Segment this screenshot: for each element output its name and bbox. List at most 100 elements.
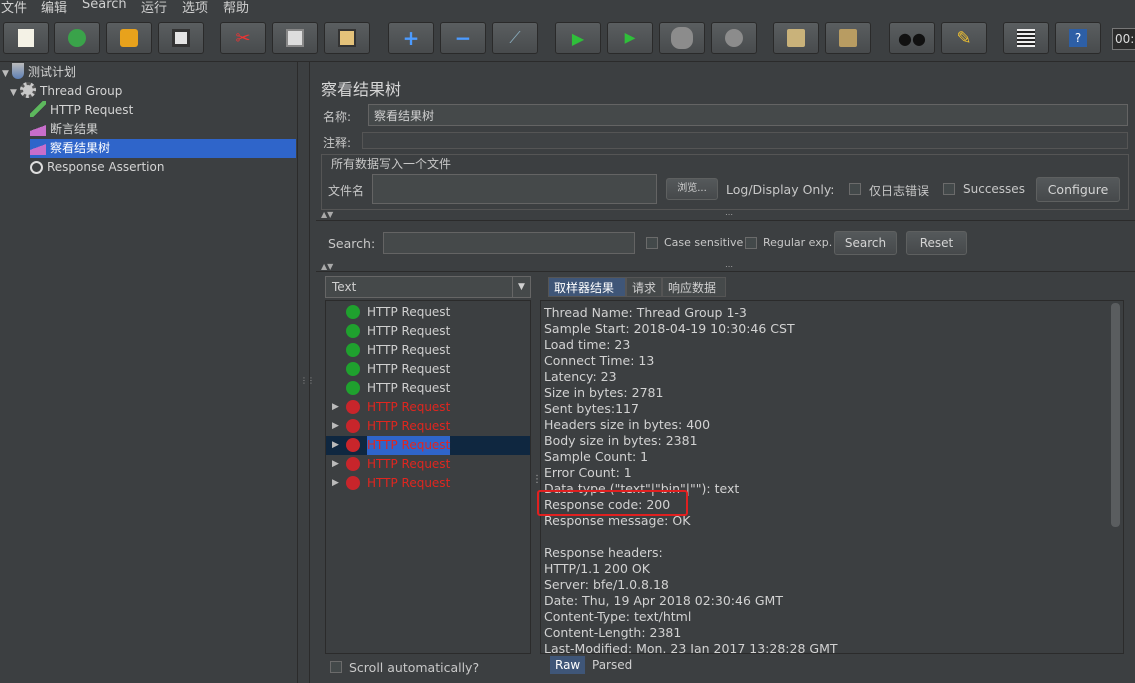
menu-edit[interactable]: 编辑 <box>41 0 67 16</box>
main-splitter[interactable] <box>298 62 310 683</box>
chevron-down-icon[interactable]: ▼ <box>512 277 530 297</box>
list-item[interactable]: ▶ HTTP Request <box>326 455 530 474</box>
tab-parsed[interactable]: Parsed <box>587 656 637 674</box>
errors-only-checkbox[interactable] <box>849 183 861 195</box>
collapse-button[interactable]: − <box>440 22 486 54</box>
new-icon <box>18 29 34 47</box>
detail-line: Server: bfe/1.0.8.18 <box>544 577 669 592</box>
toolbar: ✂ + − ⟋ ▶ ▶ ●● ✎ ? 00: <box>0 16 1135 62</box>
start-button[interactable]: ▶ <box>555 22 601 54</box>
gear-icon <box>20 82 36 98</box>
clear-all-button[interactable] <box>825 22 871 54</box>
expand-icon: + <box>402 26 420 50</box>
detail-line: Connect Time: 13 <box>544 353 655 368</box>
detail-line: Size in bytes: 2781 <box>544 385 664 400</box>
splitter-grip-icon[interactable]: ⋯ <box>725 210 733 219</box>
renderer-select[interactable]: Text ▼ <box>325 276 531 298</box>
splitter-grip-icon[interactable]: ⋯ <box>725 262 733 271</box>
list-item-label: HTTP Request <box>367 362 451 376</box>
tree-item-response-assertion[interactable]: Response Assertion <box>30 158 164 177</box>
search-label: Search: <box>328 236 376 251</box>
list-item[interactable]: ▶ HTTP Request <box>326 398 530 417</box>
menu-run[interactable]: 运行 <box>141 0 167 16</box>
detail-line: Sample Count: 1 <box>544 449 649 464</box>
regular-exp-checkbox[interactable] <box>745 237 757 249</box>
detail-line: Content-Length: 2381 <box>544 625 682 640</box>
start-icon: ▶ <box>571 28 585 48</box>
tree-item-http-request[interactable]: HTTP Request <box>30 101 133 120</box>
tree-item-thread-group[interactable]: ▼ Thread Group <box>10 82 122 101</box>
menu-options[interactable]: 选项 <box>182 0 208 16</box>
collapse-icon: − <box>454 26 472 50</box>
filename-input[interactable] <box>372 174 657 204</box>
help-icon: ? <box>1069 29 1087 47</box>
copy-button[interactable] <box>272 22 318 54</box>
save-button[interactable] <box>158 22 204 54</box>
list-item[interactable]: HTTP Request <box>326 322 530 341</box>
search-button[interactable]: ●● <box>889 22 935 54</box>
tree-item-test-plan[interactable]: ▼ 测试计划 <box>2 63 76 82</box>
templates-button[interactable] <box>54 22 100 54</box>
list-item[interactable]: HTTP Request <box>326 360 530 379</box>
name-field[interactable]: 察看结果树 <box>368 104 1128 126</box>
list-item[interactable]: HTTP Request <box>326 341 530 360</box>
list-item[interactable]: ▶ HTTP Request <box>326 474 530 493</box>
start-no-pause-button[interactable]: ▶ <box>607 22 653 54</box>
expand-arrow-icon[interactable]: ▶ <box>332 417 339 436</box>
expand-button[interactable]: + <box>388 22 434 54</box>
page-title: 察看结果树 <box>321 80 402 99</box>
tab-sampler-result[interactable]: 取样器结果 <box>548 277 626 297</box>
stop-button[interactable] <box>659 22 705 54</box>
expand-arrow-icon[interactable]: ▶ <box>332 436 339 455</box>
search-submit-button[interactable]: Search <box>834 231 897 255</box>
reset-search-button[interactable]: ✎ <box>941 22 987 54</box>
tab-raw[interactable]: Raw <box>550 656 586 674</box>
toggle-button[interactable]: ⟋ <box>492 22 538 54</box>
menu-help[interactable]: 帮助 <box>223 0 249 16</box>
comment-field[interactable] <box>362 132 1128 149</box>
expand-arrow-icon[interactable]: ▶ <box>332 398 339 417</box>
shutdown-button[interactable] <box>711 22 757 54</box>
menu-search[interactable]: Search <box>82 0 127 12</box>
sampler-result-text[interactable]: Thread Name: Thread Group 1-3 Sample Sta… <box>540 300 1124 654</box>
tree-item-assertion-results[interactable]: 断言结果 <box>30 120 98 139</box>
regular-exp-label: Regular exp. <box>763 236 833 249</box>
function-helper-button[interactable] <box>1003 22 1049 54</box>
scroll-automatically-checkbox[interactable] <box>330 661 342 673</box>
new-button[interactable] <box>3 22 49 54</box>
list-item-selected[interactable]: ▶ HTTP Request <box>326 436 530 455</box>
clear-button[interactable] <box>773 22 819 54</box>
tree-item-label: HTTP Request <box>50 103 134 117</box>
divider <box>316 271 1135 272</box>
tab-request[interactable]: 请求 <box>626 277 662 297</box>
paste-button[interactable] <box>324 22 370 54</box>
reset-button[interactable]: Reset <box>906 231 967 255</box>
list-item[interactable]: ▶ HTTP Request <box>326 417 530 436</box>
splitter-grip-icon[interactable]: ⋮⋮ <box>300 376 315 385</box>
open-icon <box>120 29 138 47</box>
browse-button[interactable]: 浏览... <box>666 178 718 200</box>
case-sensitive-checkbox[interactable] <box>646 237 658 249</box>
open-button[interactable] <box>106 22 152 54</box>
help-button[interactable]: ? <box>1055 22 1101 54</box>
comment-label: 注释: <box>323 136 352 150</box>
collapse-panel-icon[interactable]: ▲▼ <box>321 210 333 219</box>
expand-arrow-icon[interactable]: ▶ <box>332 474 339 493</box>
search-input[interactable] <box>383 232 635 254</box>
detail-scrollbar[interactable] <box>1111 303 1120 527</box>
collapse-arrow-icon[interactable]: ▼ <box>10 84 20 103</box>
cut-button[interactable]: ✂ <box>220 22 266 54</box>
list-item[interactable]: HTTP Request <box>326 303 530 322</box>
scroll-automatically-row: Scroll automatically? <box>325 658 531 678</box>
results-list: HTTP Request HTTP Request HTTP Request H… <box>325 300 531 654</box>
tab-response-data[interactable]: 响应数据 <box>662 277 726 297</box>
menu-file[interactable]: 文件 <box>1 0 27 16</box>
expand-arrow-icon[interactable]: ▶ <box>332 455 339 474</box>
shutdown-icon <box>725 29 743 47</box>
detail-line: Error Count: 1 <box>544 465 632 480</box>
successes-checkbox[interactable] <box>943 183 955 195</box>
tree-item-view-results-tree[interactable]: 察看结果树 <box>30 139 296 158</box>
configure-button[interactable]: Configure <box>1036 177 1120 202</box>
collapse-panel-icon[interactable]: ▲▼ <box>321 262 333 271</box>
list-item[interactable]: HTTP Request <box>326 379 530 398</box>
